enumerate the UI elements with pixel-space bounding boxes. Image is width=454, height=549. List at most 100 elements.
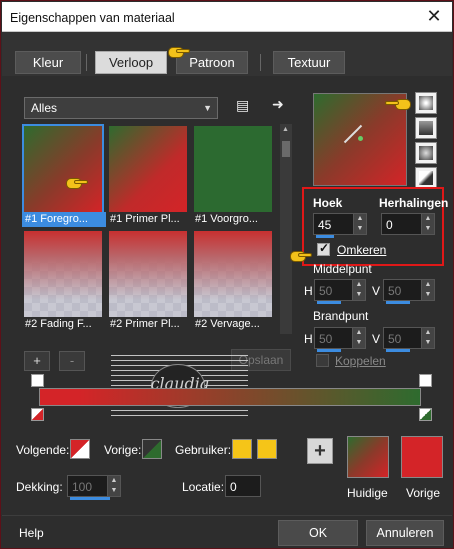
gradient-library: #1 Foregro... #1 Primer Pl... #1 Voorgro… bbox=[22, 124, 277, 334]
spinner-arrows-icon[interactable]: ▲ ▼ bbox=[107, 476, 120, 496]
gradient-thumb-1-primer[interactable]: #1 Primer Pl... bbox=[107, 124, 189, 225]
focus-h-label: H bbox=[304, 332, 313, 346]
gradient-name: #2 Vervage... bbox=[195, 318, 260, 330]
angle-slider-level bbox=[316, 235, 334, 238]
current-material-swatch bbox=[347, 436, 389, 478]
gradient-thumb-1-voorgrond[interactable]: #1 Voorgro... bbox=[192, 124, 274, 225]
gradient-name: #1 Primer Pl... bbox=[110, 213, 180, 225]
gradient-stop-red[interactable] bbox=[31, 408, 44, 421]
gradient-type-linear-button[interactable] bbox=[415, 92, 437, 114]
angle-value: 45 bbox=[318, 218, 332, 232]
opacity-spinner[interactable]: 100 ▲ ▼ bbox=[67, 475, 121, 500]
user-color-label: Gebruiker: bbox=[175, 443, 232, 457]
current-label: Huidige bbox=[347, 486, 388, 500]
center-h-slider-level bbox=[317, 301, 341, 304]
arrow-right-icon[interactable]: ➜ bbox=[272, 96, 284, 113]
gradient-midpoint-marker[interactable] bbox=[31, 374, 44, 387]
cancel-button[interactable]: Annuleren bbox=[366, 520, 444, 546]
category-dropdown-value: Alles bbox=[31, 101, 58, 115]
repeats-label: Herhalingen bbox=[379, 196, 449, 210]
gradient-type-radial-button[interactable] bbox=[415, 167, 437, 189]
tab-separator bbox=[86, 54, 87, 71]
gradient-swatch bbox=[109, 231, 187, 317]
center-point-marker[interactable] bbox=[358, 136, 363, 141]
gradient-name: #1 Foregro... bbox=[22, 212, 106, 227]
center-h-label: H bbox=[304, 284, 313, 298]
tab-bar: Kleur Verloop Patroon Textuur bbox=[2, 32, 452, 76]
spinner-arrows-icon[interactable]: ▲ ▼ bbox=[353, 214, 366, 234]
center-v-slider-level bbox=[386, 301, 410, 304]
gradient-stop-green[interactable] bbox=[419, 408, 432, 421]
chevron-down-icon: ▼ bbox=[203, 103, 212, 113]
focal-point-label: Brandpunt bbox=[313, 309, 369, 323]
window-title: Eigenschappen van materiaal bbox=[10, 11, 175, 25]
next-color-swatch[interactable] bbox=[70, 439, 90, 459]
spinner-arrows-icon[interactable]: ▲ ▼ bbox=[421, 328, 434, 348]
tab-kleur[interactable]: Kleur bbox=[15, 51, 81, 74]
gradient-thumb-2-primer[interactable]: #2 Primer Pl... bbox=[107, 229, 189, 330]
focus-v-spinner[interactable]: 50 ▲ ▼ bbox=[383, 327, 435, 352]
gradient-thumb-2-vervagend[interactable]: #2 Vervage... bbox=[192, 229, 274, 330]
angle-label: Hoek bbox=[313, 196, 343, 210]
pointing-hand-icon bbox=[284, 247, 312, 265]
focus-h-slider-level bbox=[317, 349, 341, 352]
angle-spinner[interactable]: 45 ▲ ▼ bbox=[313, 213, 367, 238]
gradient-swatch bbox=[24, 231, 102, 317]
next-color-label: Volgende: bbox=[16, 443, 70, 457]
close-button[interactable]: ✕ bbox=[424, 6, 444, 26]
add-gradient-button[interactable]: + bbox=[24, 351, 50, 371]
tab-separator bbox=[260, 54, 261, 71]
focus-h-value: 50 bbox=[319, 332, 333, 346]
spinner-arrows-icon[interactable]: ▲ ▼ bbox=[352, 328, 365, 348]
library-scrollbar[interactable]: ▲ bbox=[280, 124, 292, 334]
gradient-midpoint-marker[interactable] bbox=[419, 374, 432, 387]
previous-label: Vorige bbox=[406, 486, 441, 500]
focus-h-spinner[interactable]: 50 ▲ ▼ bbox=[314, 327, 366, 352]
gradient-swatch bbox=[109, 126, 187, 212]
spinner-arrows-icon[interactable]: ▲ ▼ bbox=[421, 214, 434, 234]
ok-button[interactable]: OK bbox=[278, 520, 358, 546]
previous-material-swatch[interactable] bbox=[401, 436, 443, 478]
user-color-swatch[interactable] bbox=[232, 439, 252, 459]
library-list-icon[interactable]: ▤ bbox=[236, 97, 249, 114]
gradient-thumb-1-foreground[interactable]: #1 Foregro... bbox=[22, 124, 106, 227]
user-color-swatch-2[interactable] bbox=[257, 439, 277, 459]
focus-v-slider-level bbox=[386, 349, 410, 352]
gradient-editor-bar[interactable] bbox=[39, 388, 421, 406]
focus-v-label: V bbox=[372, 332, 381, 346]
chevron-up-icon: ▲ bbox=[282, 126, 289, 133]
gradient-name: #2 Primer Pl... bbox=[110, 318, 180, 330]
remove-gradient-button[interactable]: - bbox=[59, 351, 85, 371]
repeats-spinner[interactable]: 0 ▲ ▼ bbox=[381, 213, 435, 235]
material-properties-dialog: Eigenschappen van materiaal ✕ Kleur Verl… bbox=[0, 0, 454, 549]
location-field[interactable]: 0 bbox=[225, 475, 261, 497]
gradient-name: #1 Voorgro... bbox=[195, 213, 258, 225]
gradient-type-rectangular-button[interactable] bbox=[415, 117, 437, 139]
location-label: Locatie: bbox=[182, 480, 225, 494]
add-to-swatches-button[interactable]: + bbox=[307, 438, 333, 464]
scrollbar-thumb[interactable] bbox=[282, 141, 290, 157]
center-v-value: 50 bbox=[388, 284, 402, 298]
help-link[interactable]: Help bbox=[19, 526, 44, 540]
center-h-spinner[interactable]: 50 ▲ ▼ bbox=[314, 279, 366, 304]
spinner-arrows-icon[interactable]: ▲ ▼ bbox=[421, 280, 434, 300]
previous-color-label: Vorige: bbox=[104, 443, 142, 457]
opacity-value: 100 bbox=[72, 480, 93, 494]
gradient-name: #2 Fading F... bbox=[25, 318, 92, 330]
center-v-label: V bbox=[372, 284, 381, 298]
center-v-spinner[interactable]: 50 ▲ ▼ bbox=[383, 279, 435, 304]
gradient-type-sunburst-button[interactable] bbox=[415, 142, 437, 164]
claudia-watermark-logo: claudia bbox=[111, 355, 248, 417]
pointing-hand-icon bbox=[385, 95, 415, 113]
dialog-footer: Help OK Annuleren bbox=[2, 515, 452, 548]
location-value: 0 bbox=[230, 480, 237, 494]
gradient-thumb-2-fading[interactable]: #2 Fading F... bbox=[22, 229, 104, 330]
category-dropdown[interactable]: Alles ▼ bbox=[24, 97, 218, 119]
tab-verloop[interactable]: Verloop bbox=[95, 51, 167, 74]
tab-textuur[interactable]: Textuur bbox=[273, 51, 345, 74]
focus-v-value: 50 bbox=[388, 332, 402, 346]
link-checkbox[interactable] bbox=[316, 354, 329, 367]
invert-checkbox[interactable] bbox=[317, 241, 330, 256]
previous-color-swatch[interactable] bbox=[142, 439, 162, 459]
spinner-arrows-icon[interactable]: ▲ ▼ bbox=[352, 280, 365, 300]
